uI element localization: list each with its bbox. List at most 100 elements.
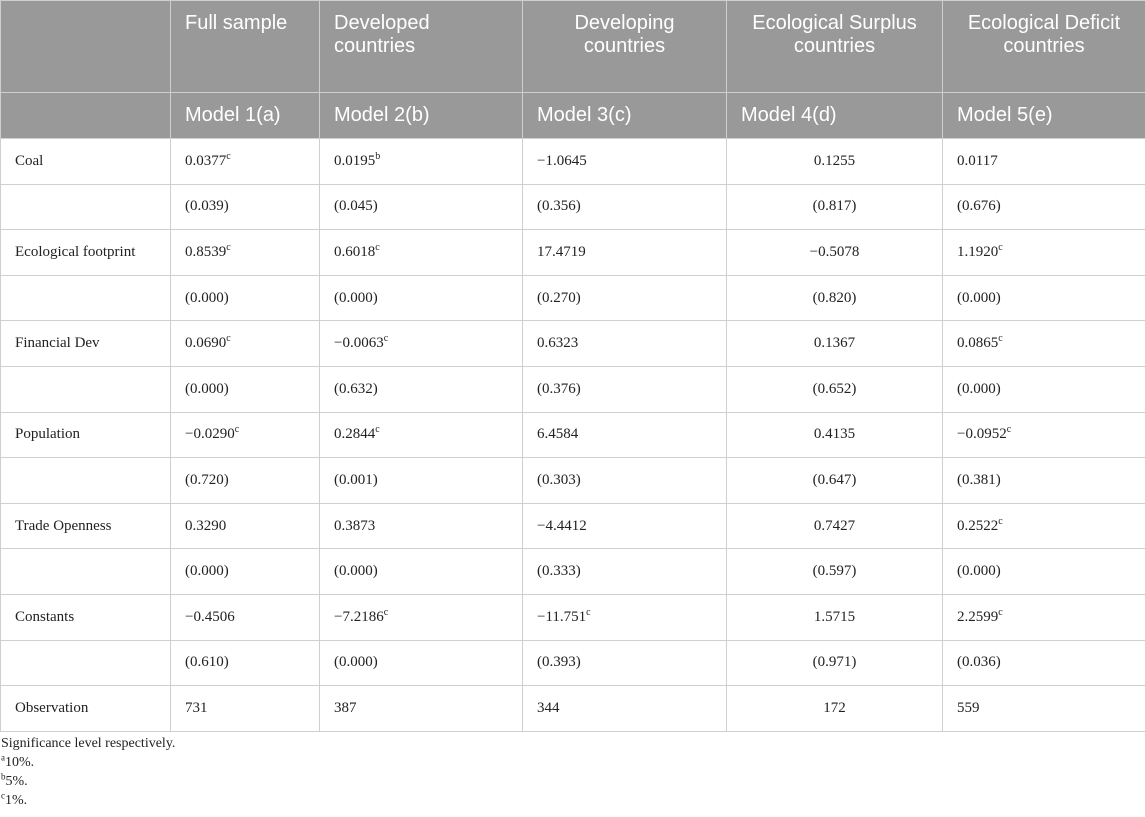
table-cell: 559 [942,685,1145,732]
table-cell: −11.751c [522,593,727,641]
table-cell: (0.000) [319,548,523,595]
row-label: Constants [0,593,171,641]
cell-value: 172 [823,699,846,716]
model-4-header: Model 4(d) [726,92,943,139]
group-header-row: Full sample Developed countries Developi… [0,0,1145,93]
cell-value: (0.632) [334,380,378,397]
cell-value: (0.376) [537,380,581,397]
cell-value: 731 [185,699,208,716]
table-cell: (0.303) [522,457,727,504]
significance-mark: c [998,515,1003,527]
table-cell: (0.676) [942,183,1145,231]
cell-value: (0.000) [957,380,1001,397]
table-cell: 0.0117 [942,138,1145,185]
row-label [0,548,171,595]
table-cell: (0.597) [726,548,943,595]
table-cell: (0.817) [726,183,943,231]
regression-results-table: Full sample Developed countries Developi… [0,0,1145,732]
cell-value: (0.393) [537,654,581,671]
table-cell: −4.4412 [522,502,727,550]
table-cell: 0.7427 [726,502,943,550]
table-cell: 0.3873 [319,502,523,550]
model-header-row: Model 1(a) Model 2(b) Model 3(c) Model 4… [0,92,1145,139]
significance-mark: c [383,333,389,345]
header-ecological-deficit-countries: Ecological Deficit countries [942,0,1145,93]
cell-value: (0.000) [334,563,378,580]
significance-mark: c [226,333,231,345]
cell-value: (0.000) [957,563,1001,580]
cell-value: −1.0645 [537,152,587,169]
cell-value: (0.647) [812,471,857,488]
cell-value: −7.2186 [334,608,384,625]
cell-value: (0.000) [334,654,378,671]
cell-value: (0.039) [185,198,229,215]
cell-value: −11.751 [537,608,587,625]
footnote-intro: Significance level respectively. [1,735,176,751]
table-cell: −0.0290c [170,411,320,459]
table-cell: (0.610) [170,639,320,687]
table-cell: (0.820) [726,274,943,322]
cell-value: 2.2599 [957,608,999,625]
row-label [0,639,171,687]
cell-value: (0.610) [185,654,229,671]
row-label [0,365,171,413]
cell-value: 1.1920 [957,243,999,260]
model-2-header: Model 2(b) [319,92,523,139]
significance-mark: c [998,241,1003,253]
table-cell: 1.1920c [942,229,1145,276]
table-cell: (0.000) [170,274,320,322]
footnote-text: 10%. [5,754,35,770]
cell-value: (0.820) [812,289,857,306]
table-row-pvalues: (0.000) (0.632) (0.376) (0.652) (0.000) [0,365,1145,413]
table-cell: 0.6018c [319,229,523,276]
cell-value: 6.4584 [537,426,579,443]
table-cell: 0.2522c [942,502,1145,550]
cell-value: 0.8539 [185,243,227,260]
table-cell: 0.0377c [170,138,320,185]
row-label: Trade Openness [0,502,171,550]
cell-value: (0.000) [185,563,229,580]
row-label [0,274,171,322]
cell-value: (0.817) [812,198,857,215]
cell-value: (0.597) [812,563,857,580]
significance-mark: c [998,333,1003,345]
table-row-pvalues: (0.610) (0.000) (0.393) (0.971) (0.036) [0,639,1145,687]
cell-value: −0.0063 [334,335,384,352]
table-cell: 0.2844c [319,411,523,459]
significance-mark: c [586,606,591,618]
table-row: Ecological footprint 0.8539c 0.6018c 17.471… [0,229,1145,276]
table-row: Observation 731 387 344 172 559 [0,685,1145,732]
significance-mark: c [375,424,380,436]
cell-value: 0.6018 [334,243,376,260]
footnote-c: c1%. [1,791,1145,810]
row-label: Financial Dev [0,320,171,367]
table-cell: (0.652) [726,365,943,413]
cell-value: 0.0690 [185,335,227,352]
cell-value: (0.000) [334,289,378,306]
cell-value: (0.270) [537,289,581,306]
footnote-text: 5%. [5,773,28,789]
table-row-pvalues: (0.000) (0.000) (0.270) (0.820) (0.000) [0,274,1145,322]
cell-value: 0.6323 [537,335,579,352]
cell-value: 0.2522 [957,517,999,534]
row-label [0,457,171,504]
cell-value: (0.676) [957,198,1001,215]
cell-value: −0.4506 [185,608,235,625]
table-cell: (0.270) [522,274,727,322]
table-row: Financial Dev 0.0690c −0.0063c 0.6323 0.1367… [0,320,1145,367]
table-cell: (0.356) [522,183,727,231]
table-cell: 0.1255 [726,138,943,185]
table-cell: (0.000) [942,274,1145,322]
cell-value: 0.7427 [813,517,856,534]
significance-mark: c [383,606,389,618]
table-cell: 731 [170,685,320,732]
cell-value: (0.000) [185,289,229,306]
cell-value: (0.381) [957,471,1001,488]
table-cell: −0.0063c [319,320,523,367]
table-row: Coal 0.0377c 0.0195b −1.0645 0.1255 0.0117 [0,138,1145,185]
cell-value: (0.356) [537,198,581,215]
table-cell: 6.4584 [522,411,727,459]
cell-value: 0.0195 [334,152,376,169]
header-developing-countries: Developing countries [522,0,727,93]
significance-mark: c [998,606,1003,618]
